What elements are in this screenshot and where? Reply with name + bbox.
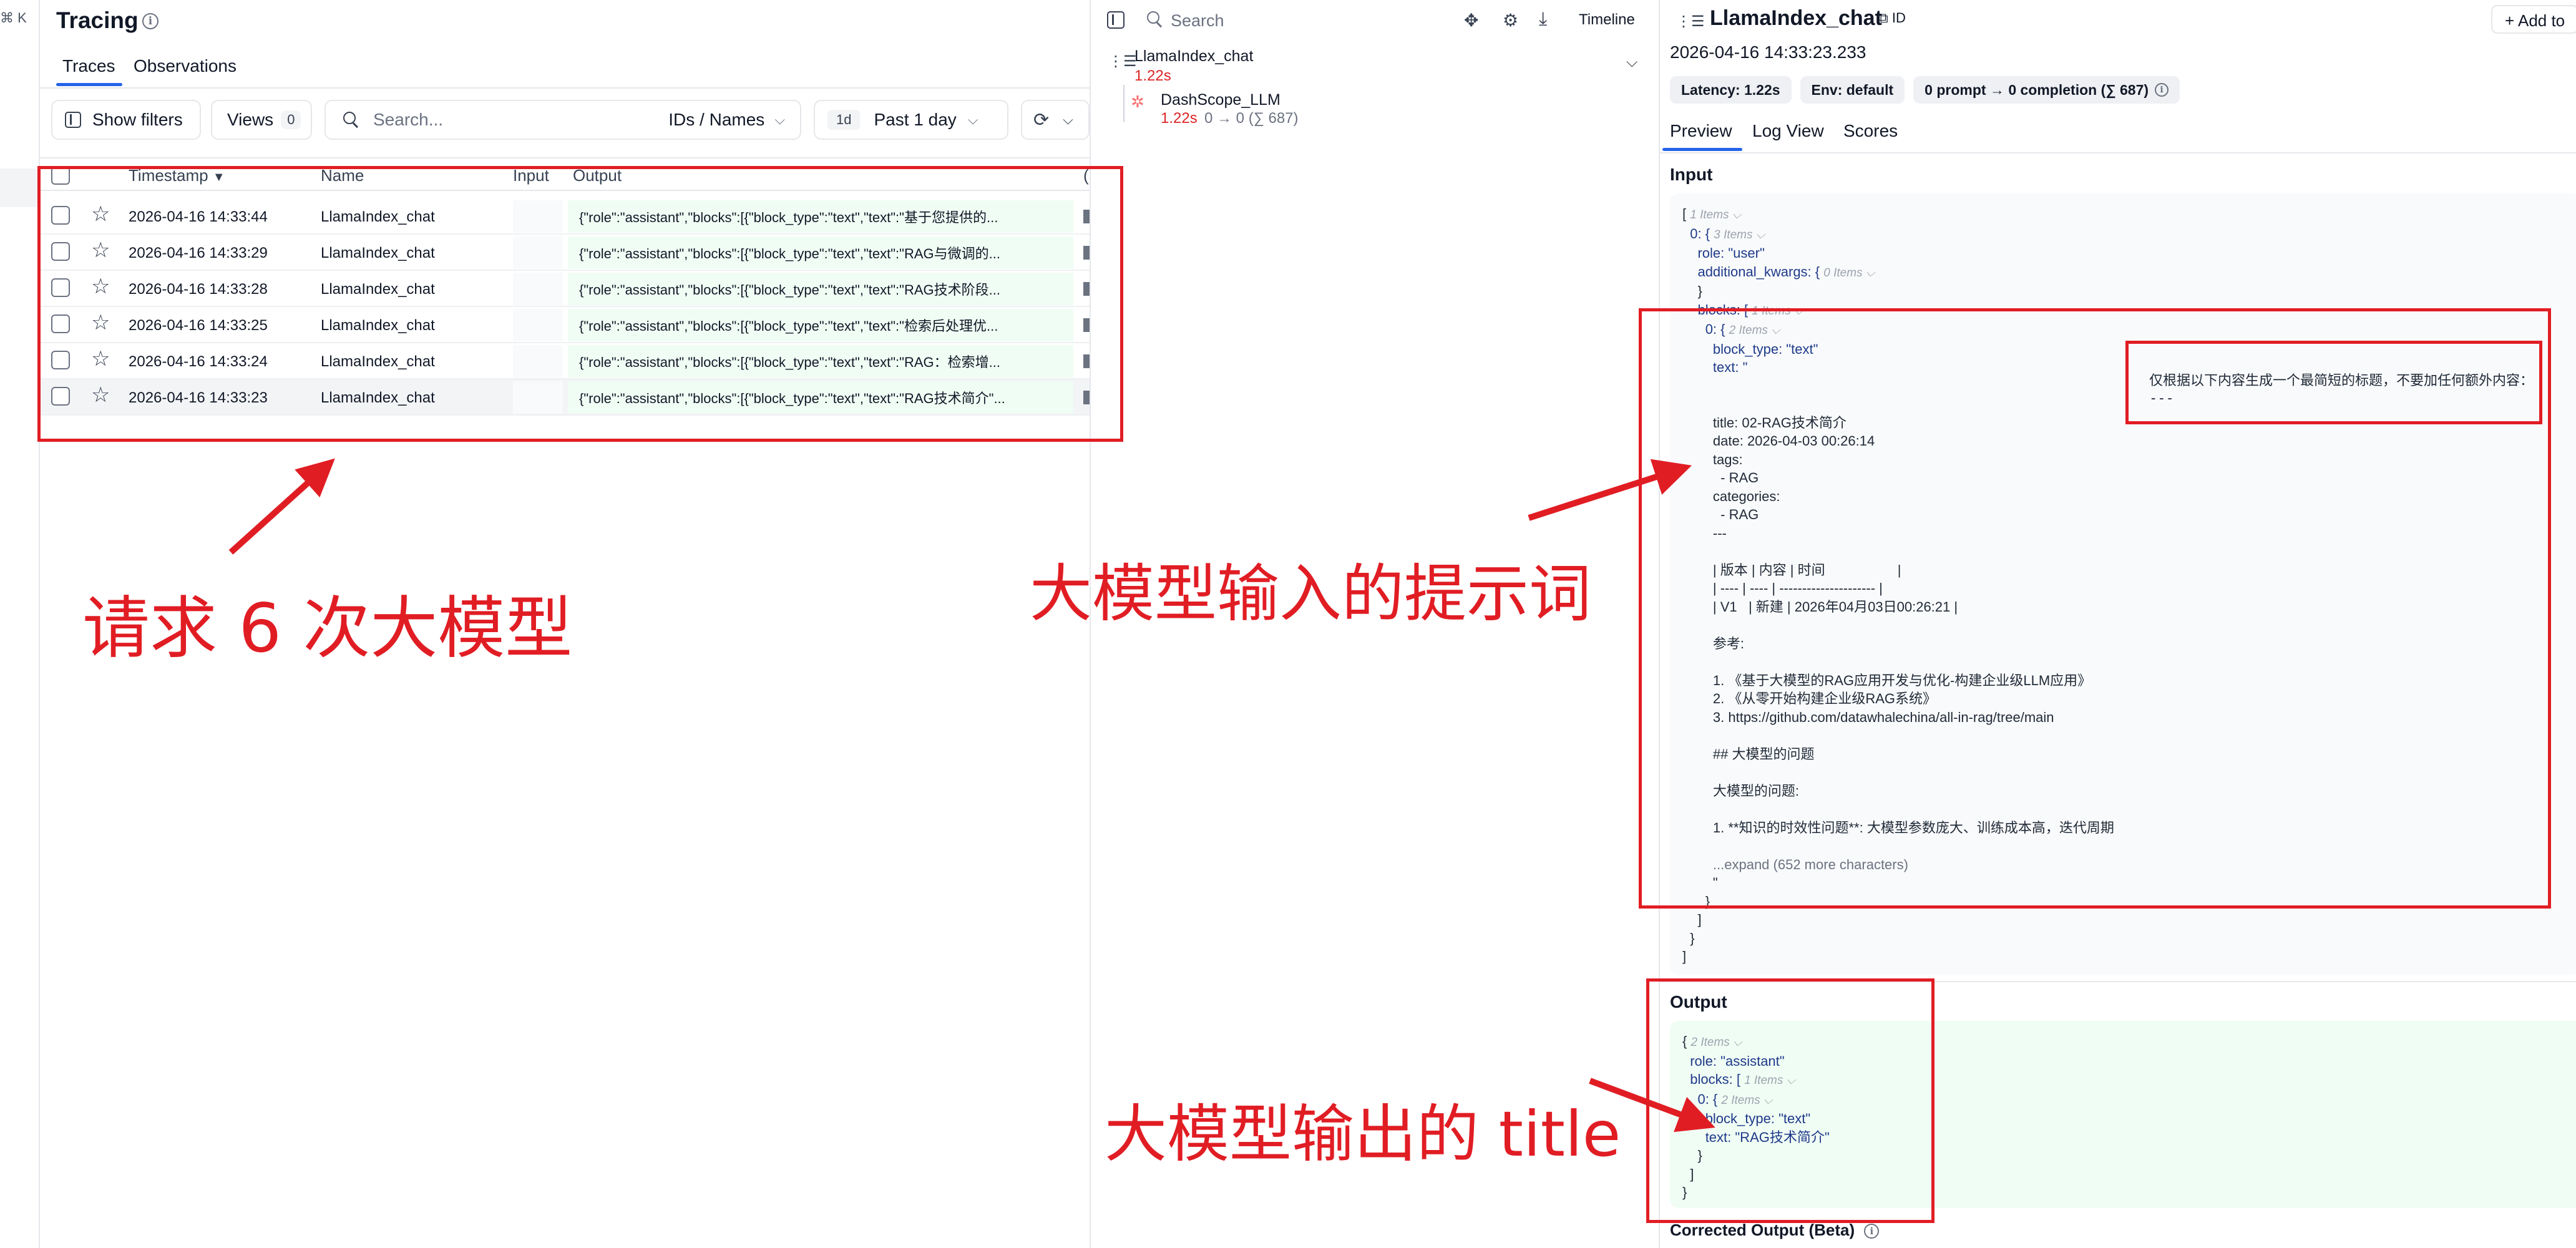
annotation-arrows (228, 458, 1715, 1133)
annotation-arrow-output (1589, 1078, 1715, 1133)
annotation-arrow-input (1528, 459, 1692, 521)
annotation-arrow-left (228, 458, 335, 555)
